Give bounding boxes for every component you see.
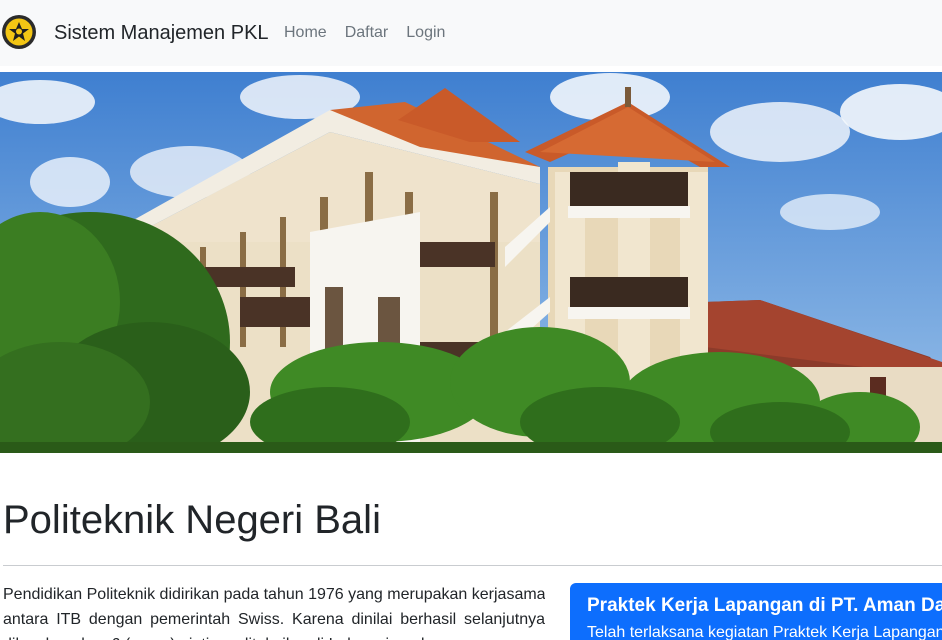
intro-paragraph-line: Pendidikan Politeknik didirikan pada tah…	[3, 586, 545, 603]
news-card[interactable]: Praktek Kerja Lapangan di PT. Aman Da Te…	[570, 583, 942, 640]
intro-paragraph-line: antara ITB dengan pemerintah Swiss. Kare…	[3, 611, 545, 628]
campus-building-image	[0, 72, 942, 453]
intro-paragraph: Pendidikan Politeknik didirikan pada tah…	[3, 582, 545, 640]
navbar: Sistem Manajemen PKL Home Daftar Login	[0, 0, 942, 66]
nav-link-login[interactable]: Login	[406, 22, 445, 44]
title-divider	[3, 565, 942, 566]
intro-paragraph-line: dikembangkan 6 (enam) piati... politekni…	[3, 632, 545, 640]
pnb-logo-icon[interactable]	[1, 14, 37, 50]
nav-link-daftar[interactable]: Daftar	[345, 22, 389, 44]
nav-links: Home Daftar Login	[284, 22, 463, 44]
nav-link-home[interactable]: Home	[284, 22, 327, 44]
brand-title[interactable]: Sistem Manajemen PKL	[54, 20, 269, 46]
hero-image	[0, 72, 942, 453]
page-title: Politeknik Negeri Bali	[3, 498, 381, 542]
news-card-title: Praktek Kerja Lapangan di PT. Aman Da	[587, 595, 942, 616]
news-card-text: Telah terlaksana kegiatan Praktek Kerja …	[587, 624, 942, 640]
